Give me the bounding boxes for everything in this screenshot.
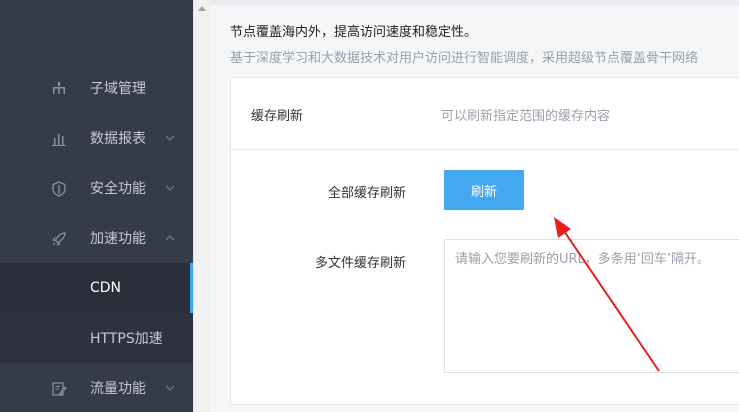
- url-textarea[interactable]: [444, 239, 739, 373]
- sidebar-item-subdomain[interactable]: 子域管理: [0, 63, 193, 113]
- card-header: 缓存刷新 可以刷新指定范围的缓存内容: [231, 78, 739, 150]
- main-content: 节点覆盖海内外，提高访问速度和稳定性。 基于深度学习和大数据技术对用户访问进行智…: [210, 0, 739, 412]
- sidebar-scrollbar[interactable]: [193, 0, 210, 412]
- sidebar-item-label: 加速功能: [90, 231, 146, 247]
- sidebar-item-label: 流量功能: [90, 381, 146, 397]
- rocket-icon: [50, 230, 68, 248]
- sidebar-item-traffic[interactable]: 流量功能: [0, 363, 193, 412]
- chevron-down-icon: [163, 381, 177, 395]
- intro-subtext: 基于深度学习和大数据技术对用户访问进行智能调度，采用超级节点覆盖骨干网络: [230, 51, 699, 66]
- scroll-up-arrow-icon[interactable]: [198, 6, 206, 11]
- sidebar-item-label: HTTPS加速: [90, 331, 163, 347]
- sidebar-item-label: 安全功能: [90, 181, 146, 197]
- card-title: 缓存刷新: [251, 109, 304, 124]
- card-description: 可以刷新指定范围的缓存内容: [441, 109, 611, 124]
- chevron-down-icon: [163, 181, 177, 195]
- chevron-down-icon: [163, 131, 177, 145]
- sidebar: 子域管理 数据报表 安全功能 加速功能 CDN HTTPS加速 流量功能: [0, 0, 193, 412]
- bar-chart-icon: [50, 130, 68, 148]
- sidebar-item-acceleration[interactable]: 加速功能: [0, 213, 193, 263]
- shield-icon: [50, 180, 68, 198]
- edit-icon: [50, 380, 68, 398]
- chevron-up-icon: [163, 231, 177, 245]
- refresh-button[interactable]: 刷新: [444, 170, 524, 210]
- sidebar-item-security[interactable]: 安全功能: [0, 163, 193, 213]
- cache-refresh-card: 缓存刷新 可以刷新指定范围的缓存内容 全部缓存刷新 刷新 多文件缓存刷新: [230, 77, 739, 405]
- top-divider: [210, 0, 739, 5]
- intro-text: 节点覆盖海内外，提高访问速度和稳定性。: [230, 25, 478, 40]
- sidebar-item-reports[interactable]: 数据报表: [0, 113, 193, 163]
- sidebar-item-label: 数据报表: [90, 131, 146, 147]
- sidebar-item-label: 子域管理: [90, 81, 146, 97]
- sidebar-subitem-cdn[interactable]: CDN: [0, 263, 193, 313]
- sidebar-item-label: CDN: [90, 280, 122, 296]
- multi-file-refresh-label: 多文件缓存刷新: [314, 256, 406, 271]
- sidebar-subitem-https[interactable]: HTTPS加速: [0, 313, 193, 363]
- sitemap-icon: [50, 80, 68, 98]
- full-refresh-label: 全部缓存刷新: [327, 186, 406, 201]
